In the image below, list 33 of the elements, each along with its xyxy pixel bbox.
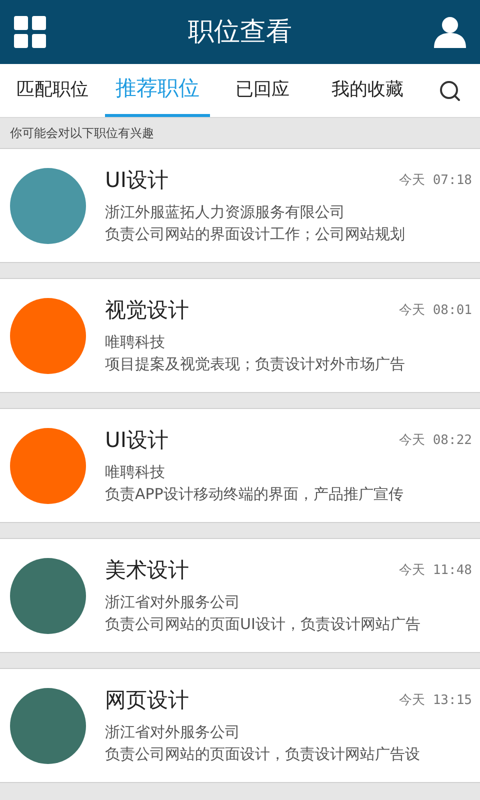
job-card[interactable]: 视觉设计 今天 08:01 唯聘科技 项目提案及视觉表现；负责设计对外市场广告 <box>0 278 480 393</box>
job-description: 负责公司网站的页面UI设计，负责设计网站广告 <box>105 614 422 636</box>
company-name: 唯聘科技 <box>105 332 166 353</box>
search-icon[interactable] <box>438 78 462 102</box>
user-icon[interactable] <box>434 16 466 48</box>
job-title: 视觉设计 <box>105 297 189 324</box>
post-time: 今天 07:18 <box>399 172 472 190</box>
post-time: 今天 11:48 <box>399 562 472 580</box>
header-title: 职位查看 <box>188 16 292 48</box>
job-description: 项目提案及视觉表现；负责设计对外市场广告 <box>105 354 406 376</box>
job-title: 网页设计 <box>105 687 189 714</box>
job-description: 负责公司网站的界面设计工作；公司网站规划 <box>105 224 406 246</box>
job-card[interactable]: UI设计 今天 08:22 唯聘科技 负责APP设计移动终端的界面，产品推广宣传 <box>0 408 480 523</box>
job-description: 负责APP设计移动终端的界面，产品推广宣传 <box>105 484 404 506</box>
job-title: 美术设计 <box>105 557 189 584</box>
company-name: 浙江省对外服务公司 <box>105 592 241 613</box>
company-name: 浙江外服蓝拓人力资源服务有限公司 <box>105 202 346 223</box>
tab[interactable]: 匹配职位 <box>0 64 105 117</box>
job-title: UI设计 <box>105 167 169 194</box>
job-card[interactable]: 网页设计 今天 13:15 浙江省对外服务公司 负责公司网站的页面设计，负责设计网站广告设 <box>0 668 480 783</box>
job-card[interactable]: UI设计 今天 07:18 浙江外服蓝拓人力资源服务有限公司 负责公司网站的界面设计工作；公司网站规划 <box>0 148 480 263</box>
company-name: 浙江省对外服务公司 <box>105 722 241 743</box>
post-time: 今天 08:01 <box>399 302 472 320</box>
job-card[interactable]: 美术设计 今天 11:48 浙江省对外服务公司 负责公司网站的页面UI设计，负责设计网站广告 <box>0 538 480 653</box>
job-title: UI设计 <box>105 427 169 454</box>
post-time: 今天 08:22 <box>399 432 472 450</box>
company-name: 唯聘科技 <box>105 462 166 483</box>
tab[interactable]: 我的收藏 <box>315 64 420 117</box>
section-label: 你可能会对以下职位有兴趣 <box>10 125 154 142</box>
tab[interactable]: 已回应 <box>210 64 315 117</box>
post-time: 今天 13:15 <box>399 692 472 710</box>
grid-menu-icon[interactable] <box>14 16 46 48</box>
job-description: 负责公司网站的页面设计，负责设计网站广告设 <box>105 744 421 766</box>
